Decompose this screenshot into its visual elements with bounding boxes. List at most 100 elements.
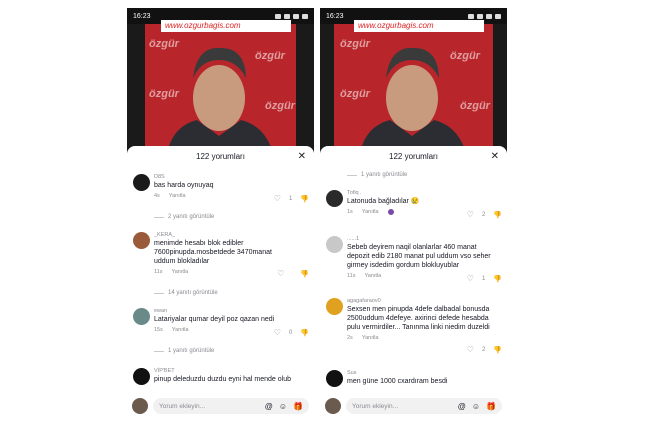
comment-username[interactable]: VİP'BET xyxy=(154,368,309,375)
view-replies-button[interactable]: 2 yanıtı görüntüle xyxy=(154,214,214,220)
view-replies-button[interactable]: 1 yanıtı görüntüle xyxy=(347,172,407,178)
mention-icon[interactable]: @ xyxy=(265,402,273,411)
dislike-icon[interactable]: 👎 xyxy=(493,275,502,283)
avatar[interactable] xyxy=(133,308,150,325)
comment-input[interactable]: Yorum ekleyin... @ ☺ 🎁 xyxy=(346,398,502,414)
like-count: 2 xyxy=(481,346,486,353)
comment-time: 11s xyxy=(154,269,163,275)
creator-avatar xyxy=(387,209,394,215)
comment-input-placeholder: Yorum ekleyin... xyxy=(159,402,206,410)
comment-text: Latonuda bağladılar 😢 xyxy=(347,198,420,205)
status-icons xyxy=(275,13,308,19)
comment-input-bar: Yorum ekleyin... @ ☺ 🎁 xyxy=(127,396,314,416)
avatar[interactable] xyxy=(326,236,343,253)
comment-list[interactable]: 1 yanıtı görüntüle Tofiq . Latonuda bağl… xyxy=(320,168,507,388)
reply-button[interactable]: Yanıtla xyxy=(362,209,379,215)
status-time: 16:23 xyxy=(133,12,151,20)
gift-icon[interactable]: 🎁 xyxy=(486,402,496,411)
watermark: özgür xyxy=(340,38,370,50)
watermark: özgür xyxy=(460,100,490,112)
comment-username[interactable]: agagafaraov0 xyxy=(347,298,500,305)
brand-banner: www.ozgurbagis.com xyxy=(161,20,291,32)
avatar[interactable] xyxy=(326,190,343,207)
comment-input-bar: Yorum ekleyin... @ ☺ 🎁 xyxy=(320,396,507,416)
comment-text: pinup deleduzdu duzdu eyni hal mende olu… xyxy=(154,376,291,383)
comment-username[interactable]: Tofiq . xyxy=(347,190,502,197)
reply-button[interactable]: Yanıtla xyxy=(169,193,186,199)
status-icons xyxy=(468,13,501,19)
phone-screen-left: 16:23 www.ozgurbagis.com özgür özgür özg… xyxy=(127,8,314,416)
close-icon[interactable]: ✕ xyxy=(298,146,306,168)
user-avatar xyxy=(325,398,341,414)
phone-screen-right: 16:23 www.ozgurbagis.com özgür özgür özg… xyxy=(320,8,507,416)
brand-banner: www.ozgurbagis.com xyxy=(354,20,484,32)
comment-username[interactable]: _KERA_ xyxy=(154,232,279,239)
comment-text: menimde hesabı blok edibler 7600pinupda.… xyxy=(154,240,272,265)
watermark: özgür xyxy=(450,50,480,62)
comment-list[interactable]: D8S bas harda oynuyaq 4s Yanıtla ♡ 1 👎 2 ya… xyxy=(127,168,314,388)
like-count: 1 xyxy=(481,275,486,282)
comment-time: 15s xyxy=(154,327,163,333)
reply-button[interactable]: Yanıtla xyxy=(171,269,188,275)
comments-header: 122 yorumları ✕ xyxy=(127,146,314,168)
emoji-icon[interactable]: ☺ xyxy=(472,402,480,411)
comments-count: 122 yorumları xyxy=(389,152,438,161)
watermark: özgür xyxy=(255,50,285,62)
comment-text: Sexsen men pinupda 4defe dalbadal bonusd… xyxy=(347,306,490,331)
comments-header: 122 yorumları ✕ xyxy=(320,146,507,168)
watermark: özgür xyxy=(149,88,179,100)
like-count: 0 xyxy=(288,329,293,336)
comment-username[interactable]: Sus xyxy=(347,370,502,377)
user-avatar xyxy=(132,398,148,414)
heart-icon[interactable]: ♡ xyxy=(274,194,281,203)
heart-icon[interactable]: ♡ xyxy=(467,345,474,354)
status-time: 16:23 xyxy=(326,12,344,20)
avatar[interactable] xyxy=(133,232,150,249)
comment-input-placeholder: Yorum ekleyin... xyxy=(352,402,399,410)
dislike-icon[interactable]: 👎 xyxy=(493,346,502,354)
heart-icon[interactable]: ♡ xyxy=(274,328,281,337)
comment-input[interactable]: Yorum ekleyin... @ ☺ 🎁 xyxy=(153,398,309,414)
comment-username[interactable]: D8S xyxy=(154,174,309,181)
heart-icon[interactable]: ♡ xyxy=(467,274,474,283)
watermark: özgür xyxy=(149,38,179,50)
avatar[interactable] xyxy=(133,174,150,191)
reply-button[interactable]: Yanıtla xyxy=(364,273,381,279)
view-replies-button[interactable]: 1 yanıtı görüntüle xyxy=(154,348,214,354)
comment-text: men güne 1000 cxardıram besdi xyxy=(347,378,448,385)
view-replies-button[interactable]: 14 yanıtı görüntüle xyxy=(154,290,218,296)
gift-icon[interactable]: 🎁 xyxy=(293,402,303,411)
comment-text: Latariyalar qumar deyil poz qazan nedi xyxy=(154,316,275,323)
comment-time: 2s xyxy=(347,335,353,341)
dislike-icon[interactable]: 👎 xyxy=(300,329,309,337)
heart-icon[interactable]: ♡ xyxy=(467,210,474,219)
dislike-icon[interactable]: 👎 xyxy=(300,195,309,203)
comments-sheet: 122 yorumları ✕ D8S bas harda oynuyaq 4s… xyxy=(127,146,314,416)
watermark: özgür xyxy=(340,88,370,100)
close-icon[interactable]: ✕ xyxy=(491,146,499,168)
like-count: 2 xyxy=(481,211,486,218)
comment-time: 1s xyxy=(347,209,353,215)
emoji-icon[interactable]: ☺ xyxy=(279,402,287,411)
comment-username[interactable]: ewan xyxy=(154,308,279,315)
reply-button[interactable]: Yanıtla xyxy=(362,335,379,341)
dislike-icon[interactable]: 👎 xyxy=(493,211,502,219)
watermark: özgür xyxy=(265,100,295,112)
comment-username[interactable]: ......1 xyxy=(347,236,500,243)
comments-count: 122 yorumları xyxy=(196,152,245,161)
video-player[interactable]: 16:23 www.ozgurbagis.com özgür özgür özg… xyxy=(127,8,314,153)
comment-time: 4s xyxy=(154,193,160,199)
avatar[interactable] xyxy=(133,368,150,385)
comment-time: 11s xyxy=(347,273,356,279)
like-count: 1 xyxy=(288,195,293,202)
avatar[interactable] xyxy=(326,298,343,315)
heart-icon[interactable]: ♡ xyxy=(277,269,284,278)
avatar[interactable] xyxy=(326,370,343,387)
comment-text: bas harda oynuyaq xyxy=(154,182,214,189)
reply-button[interactable]: Yanıtla xyxy=(172,327,189,333)
comments-sheet: 122 yorumları ✕ 1 yanıtı görüntüle Tofiq… xyxy=(320,146,507,416)
dislike-icon[interactable]: 👎 xyxy=(300,270,309,278)
mention-icon[interactable]: @ xyxy=(458,402,466,411)
video-player[interactable]: 16:23 www.ozgurbagis.com özgür özgür özg… xyxy=(320,8,507,153)
comment-text: Sebeb deyirem naqil olanlarlar 460 manat… xyxy=(347,244,491,269)
